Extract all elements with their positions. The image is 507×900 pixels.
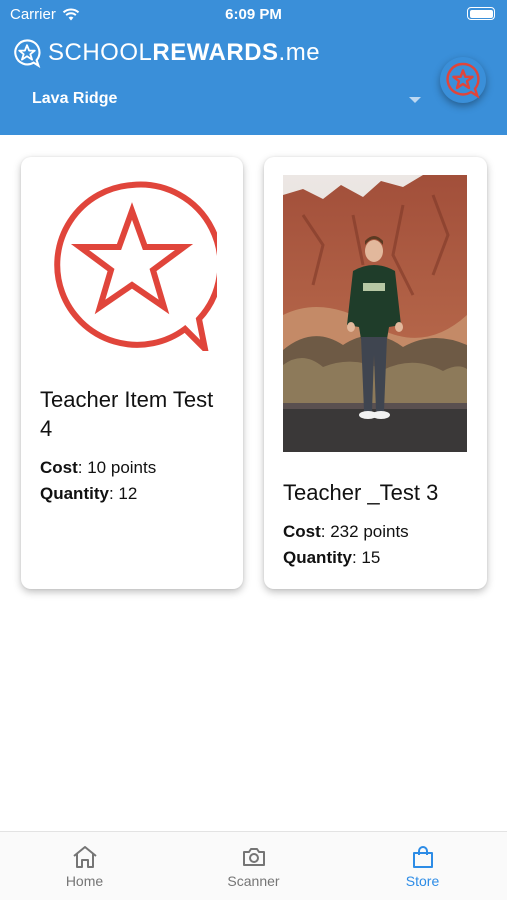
item-title: Teacher _Test 3	[283, 480, 439, 505]
battery-icon	[467, 7, 495, 20]
tab-label: Store	[405, 873, 440, 889]
item-cost: Cost: 232 points	[283, 522, 409, 541]
tab-store[interactable]: Store	[338, 832, 507, 900]
tab-label: Home	[65, 873, 104, 889]
item-photo	[283, 175, 467, 452]
item-quantity: Quantity: 12	[40, 484, 138, 503]
bottom-tab-bar: Home Scanner Store	[0, 831, 507, 900]
status-bar: Carrier 6:09 PM	[0, 0, 507, 28]
tab-scanner[interactable]: Scanner	[169, 832, 338, 900]
item-quantity: Quantity: 15	[283, 548, 381, 567]
home-icon	[72, 846, 97, 868]
star-chat-logo-icon	[14, 39, 41, 68]
school-selector[interactable]: Lava Ridge	[32, 90, 117, 108]
status-time: 6:09 PM	[225, 6, 282, 23]
store-item-card[interactable]: Teacher Item Test 4 Cost: 10 points Quan…	[21, 157, 243, 589]
item-cost: Cost: 10 points	[40, 458, 157, 477]
camera-icon	[242, 848, 265, 866]
brand-name: SCHOOLREWARDS.me	[48, 39, 321, 66]
store-item-card[interactable]: Teacher _Test 3 Cost: 232 points Quantit…	[264, 157, 487, 589]
shopping-bag-icon	[412, 846, 433, 868]
item-title: Teacher Item Test 4	[40, 387, 214, 441]
chevron-down-icon[interactable]	[409, 97, 421, 103]
brand-logo: SCHOOLREWARDS.me	[12, 38, 320, 68]
item-details: Cost: 232 points Quantity: 15	[283, 519, 409, 571]
item-details: Cost: 10 points Quantity: 12	[40, 455, 156, 507]
star-chat-icon	[446, 62, 480, 99]
star-chat-logo-icon	[54, 181, 224, 359]
tab-home[interactable]: Home	[0, 832, 169, 900]
rewards-fab-button[interactable]	[440, 57, 486, 103]
person-red-rocks-photo	[283, 175, 467, 452]
tab-label: Scanner	[227, 873, 280, 889]
item-image	[47, 181, 224, 359]
app-header: Carrier 6:09 PM SCHOOLREWARDS.me Lava Ri…	[0, 0, 507, 135]
